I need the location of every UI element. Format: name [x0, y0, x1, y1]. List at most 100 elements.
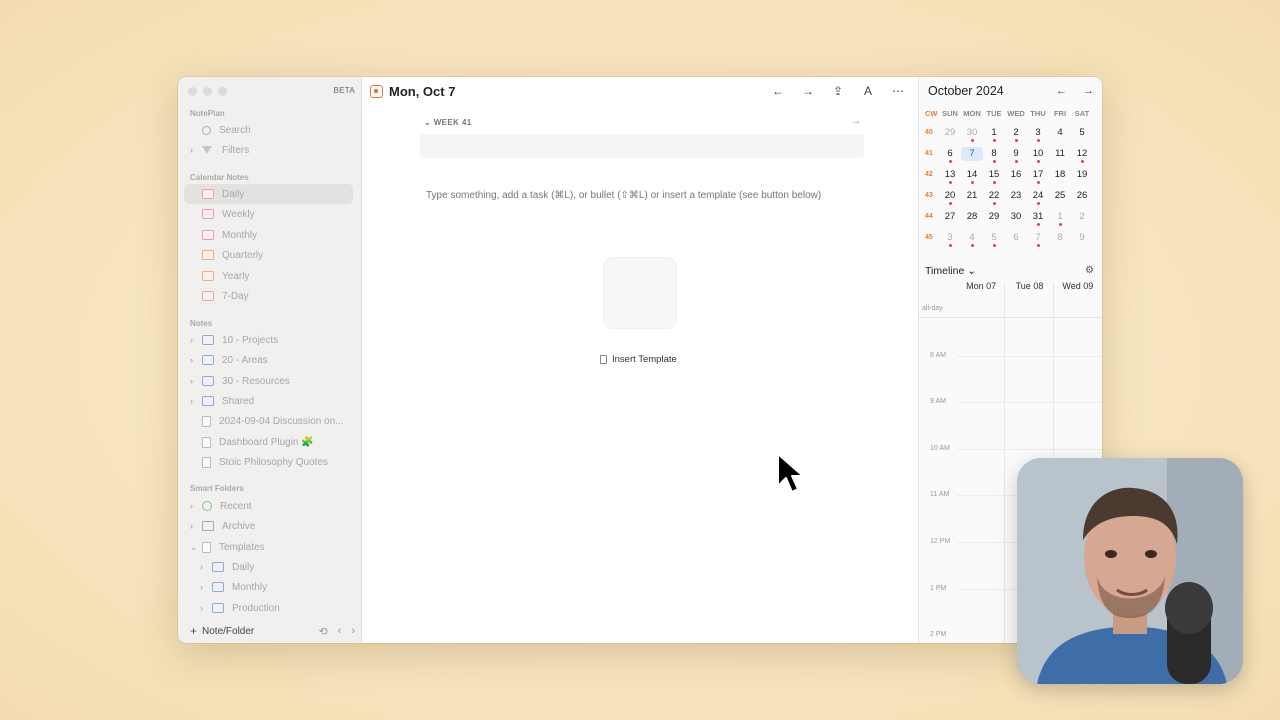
calendar-day[interactable]: 2: [1005, 126, 1027, 142]
calendar-day[interactable]: 19: [1071, 168, 1093, 182]
calendar-day[interactable]: 23: [1005, 189, 1027, 203]
calendar-day[interactable]: 26: [1071, 189, 1093, 203]
sidebar-item-projects[interactable]: › 10 - Projects: [184, 330, 353, 350]
calendar-day[interactable]: 7: [1027, 231, 1049, 247]
calendar-day[interactable]: 3: [939, 231, 961, 247]
gear-icon[interactable]: ⚙: [1085, 265, 1094, 276]
month-title: October 2024: [928, 84, 1004, 98]
next-month-icon[interactable]: →: [1083, 85, 1094, 97]
calendar-day[interactable]: 30: [961, 126, 983, 142]
calendar-day[interactable]: 3: [1027, 126, 1049, 142]
minimize-window-button[interactable]: [203, 87, 212, 96]
calendar-day[interactable]: 5: [1071, 126, 1093, 140]
timeline-day[interactable]: Mon 07: [957, 281, 1005, 291]
sidebar-item-template-daily[interactable]: › Daily: [184, 557, 353, 577]
calendar-week-number[interactable]: 44: [925, 213, 939, 220]
sidebar-item-label: 30 - Resources: [222, 375, 290, 387]
font-icon[interactable]: A: [860, 84, 876, 98]
calendar-day[interactable]: 16: [1005, 168, 1027, 182]
calendar-day[interactable]: 11: [1049, 147, 1071, 161]
calendar-day[interactable]: 17: [1027, 168, 1049, 184]
calendar-day[interactable]: 13: [939, 168, 961, 184]
calendar-day[interactable]: 6: [939, 147, 961, 163]
plus-icon[interactable]: +: [190, 624, 197, 638]
arrow-left-icon[interactable]: ←: [770, 84, 786, 98]
sidebar-filters[interactable]: › Filters: [184, 140, 353, 160]
editor-placeholder[interactable]: Type something, add a task (⌘L), or bull…: [426, 190, 821, 201]
calendar-day[interactable]: 12: [1071, 147, 1093, 163]
sidebar-item-template-production[interactable]: › Production: [184, 598, 353, 618]
calendar-day[interactable]: 4: [1049, 126, 1071, 140]
sidebar-item-shared[interactable]: › Shared: [184, 391, 353, 411]
calendar-day[interactable]: 6: [1005, 231, 1027, 245]
calendar-day[interactable]: 27: [939, 210, 961, 224]
calendar-day[interactable]: 28: [961, 210, 983, 224]
calendar-day[interactable]: 8: [1049, 231, 1071, 245]
calendar-day[interactable]: 1: [1049, 210, 1071, 226]
calendar-day[interactable]: 31: [1027, 210, 1049, 226]
sidebar-item-resources[interactable]: › 30 - Resources: [184, 371, 353, 391]
sidebar-search[interactable]: Search: [184, 120, 353, 140]
calendar-day[interactable]: 21: [961, 189, 983, 203]
sidebar-item-daily[interactable]: Daily: [184, 184, 353, 204]
zoom-window-button[interactable]: [218, 87, 227, 96]
calendar-day[interactable]: 24: [1027, 189, 1049, 205]
share-icon[interactable]: ⇪: [830, 84, 846, 98]
calendar-day[interactable]: 4: [961, 231, 983, 247]
calendar-day[interactable]: 2: [1071, 210, 1093, 224]
sidebar-item-areas[interactable]: › 20 - Areas: [184, 350, 353, 370]
timeline-day[interactable]: Wed 09: [1054, 281, 1102, 291]
calendar-day[interactable]: 8: [983, 147, 1005, 163]
sidebar-item-template-monthly[interactable]: › Monthly: [184, 577, 353, 597]
calendar-day[interactable]: 5: [983, 231, 1005, 247]
calendar-day[interactable]: 18: [1049, 168, 1071, 182]
sidebar-item-yearly[interactable]: Yearly: [184, 266, 353, 286]
calendar-day[interactable]: 15: [983, 168, 1005, 184]
calendar-day[interactable]: 25: [1049, 189, 1071, 203]
insert-template-button[interactable]: Insert Template: [594, 351, 683, 367]
sidebar-item-dashboard-plugin[interactable]: Dashboard Plugin 🧩: [184, 432, 353, 452]
calendar-day[interactable]: 22: [983, 189, 1005, 205]
calendar-day[interactable]: 9: [1071, 231, 1093, 245]
sidebar-item-stoic-quotes[interactable]: Stoic Philosophy Quotes: [184, 452, 353, 472]
sync-icon[interactable]: ⟲: [318, 625, 327, 638]
sidebar-item-quarterly[interactable]: Quarterly: [184, 245, 353, 265]
calendar-day-today[interactable]: 7: [961, 146, 983, 161]
calendar-week-number[interactable]: 45: [925, 234, 939, 241]
chevron-right-icon: ›: [190, 521, 193, 531]
calendar-day[interactable]: 14: [961, 168, 983, 184]
calendar-day[interactable]: 29: [939, 126, 961, 140]
sidebar-item-discussion[interactable]: 2024-09-04 Discussion on...: [184, 411, 353, 431]
note-indicator-dot: [992, 180, 996, 184]
sidebar-item-weekly[interactable]: Weekly: [184, 204, 353, 224]
prev-month-icon[interactable]: ←: [1056, 85, 1067, 97]
calendar-day[interactable]: 10: [1027, 147, 1049, 163]
arrow-right-icon[interactable]: →: [800, 84, 816, 98]
sidebar-item-recent[interactable]: › Recent: [184, 496, 353, 516]
week-open-arrow-icon[interactable]: →: [851, 116, 861, 127]
close-window-button[interactable]: [188, 87, 197, 96]
sidebar-item-7-day[interactable]: 7-Day: [184, 286, 353, 306]
sidebar-item-archive[interactable]: › Archive: [184, 516, 353, 536]
sidebar-item-templates[interactable]: ⌄ Templates: [184, 537, 353, 557]
week-header[interactable]: ⌄ WEEK 41: [424, 118, 472, 127]
calendar-day[interactable]: 9: [1005, 147, 1027, 163]
note-indicator-dot: [1036, 222, 1040, 226]
add-note-folder-button[interactable]: Note/Folder: [202, 626, 254, 637]
calendar-week-number[interactable]: 42: [925, 171, 939, 178]
back-icon[interactable]: ‹: [338, 625, 342, 638]
calendar-day[interactable]: 30: [1005, 210, 1027, 224]
timeline-day[interactable]: Tue 08: [1005, 281, 1053, 291]
week-note-preview[interactable]: [420, 134, 864, 158]
calendar-day[interactable]: 20: [939, 189, 961, 205]
forward-icon[interactable]: ›: [351, 625, 355, 638]
calendar-day[interactable]: 1: [983, 126, 1005, 142]
calendar-day[interactable]: 29: [983, 210, 1005, 224]
calendar-week-number[interactable]: 41: [925, 150, 939, 157]
calendar-week-number[interactable]: 43: [925, 192, 939, 199]
sidebar-item-monthly[interactable]: Monthly: [184, 225, 353, 245]
sidebar-bottom-bar: + Note/Folder ⟲ ‹ ›: [178, 619, 361, 643]
more-icon[interactable]: ⋯: [890, 84, 906, 98]
calendar-week-number[interactable]: 40: [925, 129, 939, 136]
timeline-dropdown[interactable]: Timeline ⌄: [925, 265, 976, 277]
